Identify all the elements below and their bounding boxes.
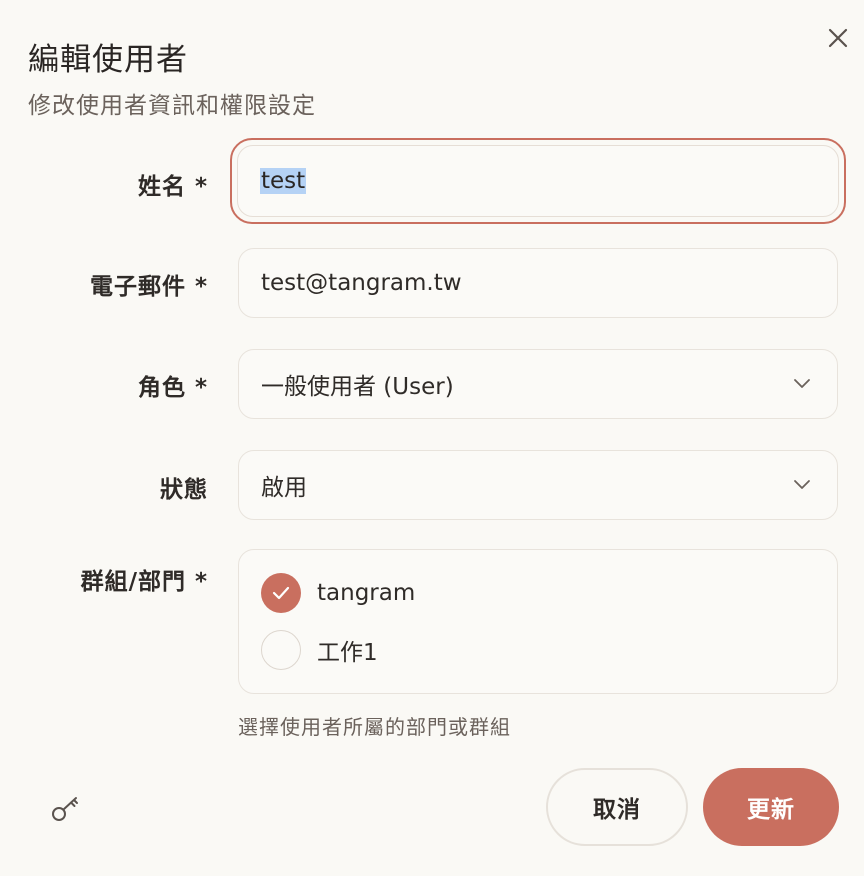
name-label: 姓名 *: [137, 174, 208, 200]
email-field[interactable]: test@tangram.tw: [238, 248, 838, 318]
check-icon: [272, 586, 290, 600]
status-select[interactable]: 啟用: [238, 450, 838, 520]
groups-label: 群組/部門 *: [80, 569, 208, 595]
role-value: 一般使用者 (User): [261, 374, 454, 400]
update-button[interactable]: 更新: [703, 768, 839, 846]
group-option-label: 工作1: [317, 640, 378, 666]
group-option-work1[interactable]: 工作1: [261, 630, 378, 670]
role-label: 角色 *: [137, 375, 208, 401]
chevron-down-icon: [794, 480, 810, 489]
edit-user-dialog: 編輯使用者 修改使用者資訊和權限設定 姓名 * test 電子郵件 * test…: [0, 0, 864, 876]
dialog-subtitle: 修改使用者資訊和權限設定: [28, 93, 316, 119]
key-icon[interactable]: [50, 792, 82, 824]
name-input[interactable]: test: [237, 145, 839, 217]
groups-checklist: tangram 工作1: [238, 549, 838, 694]
cancel-button[interactable]: 取消: [546, 768, 688, 846]
email-label: 電子郵件 *: [89, 274, 208, 300]
close-icon[interactable]: [824, 24, 852, 52]
status-label: 狀態: [160, 477, 208, 503]
chevron-down-icon: [794, 379, 810, 388]
group-option-tangram[interactable]: tangram: [261, 573, 415, 613]
role-select[interactable]: 一般使用者 (User): [238, 349, 838, 419]
checkbox-unchecked[interactable]: [261, 630, 301, 670]
name-field[interactable]: test: [230, 138, 846, 224]
name-value: test: [260, 168, 307, 194]
email-value: test@tangram.tw: [261, 270, 462, 296]
groups-hint: 選擇使用者所屬的部門或群組: [238, 715, 511, 739]
group-option-label: tangram: [317, 580, 416, 606]
status-value: 啟用: [261, 475, 307, 501]
dialog-title: 編輯使用者: [28, 42, 188, 78]
checkbox-checked[interactable]: [261, 573, 301, 613]
